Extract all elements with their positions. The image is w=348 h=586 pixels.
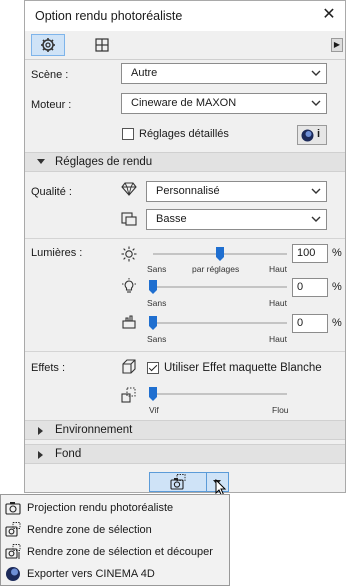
engine-select[interactable]: Cineware de MAXON [121, 93, 327, 114]
white-model-label: Utiliser Effet maquette Blanche [164, 362, 322, 374]
cinema4d-icon [6, 567, 20, 581]
render-settings-header[interactable]: Réglages de rendu [25, 152, 345, 172]
sun-value-field[interactable]: 100 [292, 244, 328, 263]
chevron-down-icon [311, 70, 321, 76]
menu-item-label: Exporter vers CINEMA 4D [27, 568, 155, 580]
quality-level-select[interactable]: Basse [146, 209, 327, 230]
divider [25, 238, 345, 239]
info-icon: i [317, 128, 321, 140]
environment-title: Environnement [55, 424, 133, 436]
sun-mid-label: par réglages [192, 264, 240, 274]
scroll-right-icon[interactable]: ▶ [331, 38, 343, 52]
crop-frame-icon [95, 38, 109, 52]
background-title: Fond [55, 448, 82, 460]
render-options-button[interactable] [207, 472, 229, 497]
lights-label: Lumières : [31, 247, 83, 259]
ambient-value-field[interactable]: 0 [292, 314, 328, 333]
sun-icon [121, 246, 137, 262]
background-header[interactable]: Fond [25, 444, 345, 464]
ambient-min-label: Sans [147, 334, 167, 344]
expand-triangle-icon [38, 451, 43, 459]
scene-value: Autre [131, 67, 158, 79]
effect-slider-thumb[interactable] [149, 387, 157, 401]
sun-slider-thumb[interactable] [216, 247, 224, 261]
menu-item-render-selection-crop[interactable]: Rendre zone de sélection et découper [1, 541, 229, 563]
lamp-value-field[interactable]: 0 [292, 278, 328, 297]
menu-item-label: Projection rendu photoréaliste [27, 502, 174, 514]
detailed-settings-checkbox[interactable] [122, 128, 134, 140]
ambient-slider-track[interactable] [153, 322, 287, 324]
quality-select[interactable]: Personnalisé [146, 181, 327, 202]
chevron-down-icon [311, 216, 321, 222]
tab-settings[interactable] [31, 34, 65, 56]
effect-slider-track[interactable] [153, 393, 287, 395]
menu-item-export-cinema4d[interactable]: Exporter vers CINEMA 4D [1, 563, 229, 585]
ambient-slider-thumb[interactable] [149, 316, 157, 330]
engine-label: Moteur : [31, 99, 72, 111]
white-model-icon [122, 359, 136, 374]
engine-value: Cineware de MAXON [131, 97, 237, 109]
detailed-settings-label: Réglages détaillés [139, 128, 229, 140]
sun-unit: % [332, 247, 342, 259]
camera-selection-icon [170, 474, 186, 490]
title-bar: Option rendu photoréaliste ✕ [25, 1, 345, 31]
ambient-light-icon [122, 315, 136, 329]
camera-icon [5, 502, 21, 515]
window-title: Option rendu photoréaliste [35, 9, 183, 23]
lamp-unit: % [332, 281, 342, 293]
lamp-slider-thumb[interactable] [149, 280, 157, 294]
chevron-down-icon [311, 100, 321, 106]
cinema-info-button[interactable]: i [297, 125, 327, 145]
camera-crop-icon [5, 544, 21, 559]
scene-label: Scène : [31, 69, 69, 81]
collapse-triangle-icon [37, 159, 45, 164]
menu-item-render-selection[interactable]: Rendre zone de sélection [1, 519, 229, 541]
render-button[interactable] [149, 472, 207, 492]
chevron-down-icon [311, 188, 321, 194]
ambient-max-label: Haut [269, 334, 287, 344]
white-model-checkbox[interactable] [147, 362, 159, 374]
camera-selection-icon [5, 522, 21, 537]
sun-max-label: Haut [269, 264, 287, 274]
gear-icon [41, 38, 55, 52]
menu-item-photorealistic[interactable]: Projection rendu photoréaliste [1, 497, 229, 519]
diamond-icon [121, 182, 137, 196]
render-settings-panel: Option rendu photoréaliste ✕ ▶ Scène: A… [24, 0, 346, 497]
effect-max-label: Flou [272, 405, 289, 415]
tab-crop[interactable] [85, 34, 119, 56]
tab-bar: ▶ [25, 31, 345, 60]
divider [25, 351, 345, 352]
quality-value: Personnalisé [156, 185, 220, 197]
lamp-max-label: Haut [269, 298, 287, 308]
expand-triangle-icon [38, 427, 43, 435]
close-icon[interactable]: ✕ [321, 6, 337, 24]
effects-label: Effets : [31, 362, 66, 374]
quality-level-value: Basse [156, 213, 187, 225]
ambient-unit: % [332, 317, 342, 329]
cinema4d-icon [301, 129, 314, 142]
menu-item-label: Rendre zone de sélection [27, 524, 152, 536]
blur-icon [121, 387, 136, 403]
lamp-min-label: Sans [147, 298, 167, 308]
menu-item-label: Rendre zone de sélection et découper [27, 546, 213, 558]
sun-min-label: Sans [147, 264, 167, 274]
render-settings-title: Réglages de rendu [55, 156, 153, 168]
quality-label: Qualité : [31, 186, 72, 198]
render-dropdown-menu: Projection rendu photoréaliste Rendre zo… [0, 494, 230, 586]
environment-header[interactable]: Environnement [25, 420, 345, 440]
lamp-slider-track[interactable] [153, 286, 287, 288]
lamp-icon [122, 278, 136, 293]
quality-preset-icon [121, 212, 137, 226]
scene-select[interactable]: Autre [121, 63, 327, 84]
effect-min-label: Vif [149, 405, 159, 415]
